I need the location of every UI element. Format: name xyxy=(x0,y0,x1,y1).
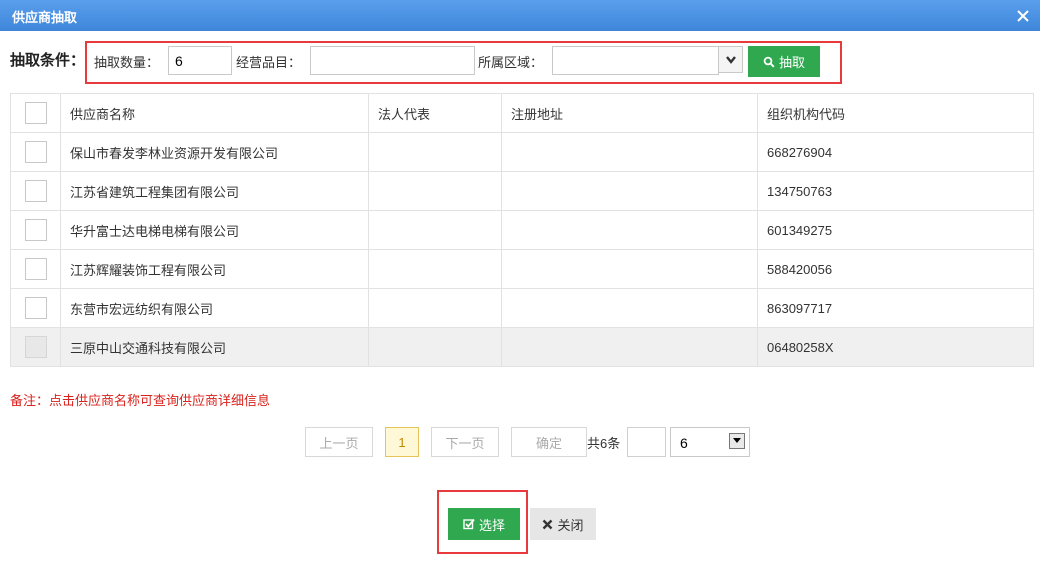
row-checkbox[interactable] xyxy=(24,180,47,202)
page-1-button[interactable]: 1 xyxy=(385,427,419,457)
row-checkbox[interactable] xyxy=(24,336,47,358)
supplier-name[interactable]: 三原中山交通科技有限公司 xyxy=(60,327,369,367)
reg-address xyxy=(501,288,758,328)
category-label: 经营品目： xyxy=(236,55,302,70)
table-row[interactable]: 三原中山交通科技有限公司 06480258X xyxy=(10,327,1034,367)
dialog-titlebar: 供应商抽取 xyxy=(0,0,1040,31)
reg-address xyxy=(501,327,758,367)
legal-rep xyxy=(368,210,502,250)
row-checkbox[interactable] xyxy=(24,258,47,280)
dialog-title: 供应商抽取 xyxy=(12,10,78,25)
org-code: 588420056 xyxy=(757,249,1034,289)
prev-page-button[interactable]: 上一页 xyxy=(305,427,373,457)
supplier-name[interactable]: 江苏辉耀装饰工程有限公司 xyxy=(60,249,369,289)
table-row[interactable]: 东营市宏远纺织有限公司 863097717 xyxy=(10,288,1034,328)
org-code: 601349275 xyxy=(757,210,1034,250)
row-checkbox[interactable] xyxy=(24,219,47,241)
supplier-name[interactable]: 华升富士达电梯电梯有限公司 xyxy=(60,210,369,250)
goto-page-input[interactable] xyxy=(627,427,666,457)
table-row[interactable]: 华升富士达电梯电梯有限公司 601349275 xyxy=(10,210,1034,250)
page-size-select[interactable]: 6 xyxy=(670,427,750,457)
org-code: 134750763 xyxy=(757,171,1034,211)
row-checkbox[interactable] xyxy=(24,141,47,163)
region-select[interactable] xyxy=(552,46,719,75)
search-icon xyxy=(763,56,775,68)
next-page-button[interactable]: 下一页 xyxy=(431,427,499,457)
header-code: 组织机构代码 xyxy=(757,93,1034,133)
org-code: 06480258X xyxy=(757,327,1034,367)
supplier-name[interactable]: 江苏省建筑工程集团有限公司 xyxy=(60,171,369,211)
reg-address xyxy=(501,249,758,289)
table-row[interactable]: 保山市春发李林业资源开发有限公司 668276904 xyxy=(10,132,1034,172)
close-x-icon xyxy=(543,519,553,529)
count-input[interactable] xyxy=(168,46,232,75)
confirm-page-button[interactable]: 确定 xyxy=(511,427,587,457)
table-row[interactable]: 江苏辉耀装饰工程有限公司 588420056 xyxy=(10,249,1034,289)
select-all-cell xyxy=(10,93,61,133)
select-button[interactable]: 选择 xyxy=(448,508,520,540)
reg-address xyxy=(501,171,758,211)
note-text: 备注：点击供应商名称可查询供应商详细信息 xyxy=(10,393,271,408)
close-icon[interactable] xyxy=(1012,5,1034,27)
supplier-name[interactable]: 保山市春发李林业资源开发有限公司 xyxy=(60,132,369,172)
reg-address xyxy=(501,132,758,172)
legal-rep xyxy=(368,288,502,328)
org-code: 863097717 xyxy=(757,288,1034,328)
check-square-icon xyxy=(463,518,475,530)
filter-label: 抽取条件： xyxy=(10,52,86,69)
reg-address xyxy=(501,210,758,250)
org-code: 668276904 xyxy=(757,132,1034,172)
close-button-label: 关闭 xyxy=(557,517,584,533)
select-all-checkbox[interactable] xyxy=(24,102,47,124)
header-name: 供应商名称 xyxy=(60,93,369,133)
count-label: 抽取数量： xyxy=(94,55,160,70)
legal-rep xyxy=(368,171,502,211)
table-header-row: 供应商名称 法人代表 注册地址 组织机构代码 xyxy=(10,93,1034,133)
supplier-table: 供应商名称 法人代表 注册地址 组织机构代码 保山市春发李林业资源开发有限公司 … xyxy=(10,93,1034,367)
region-label: 所属区域： xyxy=(478,55,544,70)
extract-button[interactable]: 抽取 xyxy=(748,46,820,77)
total-count: 共6条 xyxy=(587,436,621,451)
page-size-value: 6 xyxy=(680,435,688,451)
dropdown-arrow-icon[interactable] xyxy=(729,433,745,449)
chevron-down-icon[interactable] xyxy=(718,46,743,73)
close-button[interactable]: 关闭 xyxy=(530,508,596,540)
row-checkbox[interactable] xyxy=(24,297,47,319)
select-button-label: 选择 xyxy=(478,517,505,533)
table-row[interactable]: 江苏省建筑工程集团有限公司 134750763 xyxy=(10,171,1034,211)
extract-button-label: 抽取 xyxy=(778,55,805,70)
category-input[interactable] xyxy=(310,46,475,75)
supplier-name[interactable]: 东营市宏远纺织有限公司 xyxy=(60,288,369,328)
legal-rep xyxy=(368,132,502,172)
header-address: 注册地址 xyxy=(501,93,758,133)
header-legal: 法人代表 xyxy=(368,93,502,133)
legal-rep xyxy=(368,249,502,289)
legal-rep xyxy=(368,327,502,367)
